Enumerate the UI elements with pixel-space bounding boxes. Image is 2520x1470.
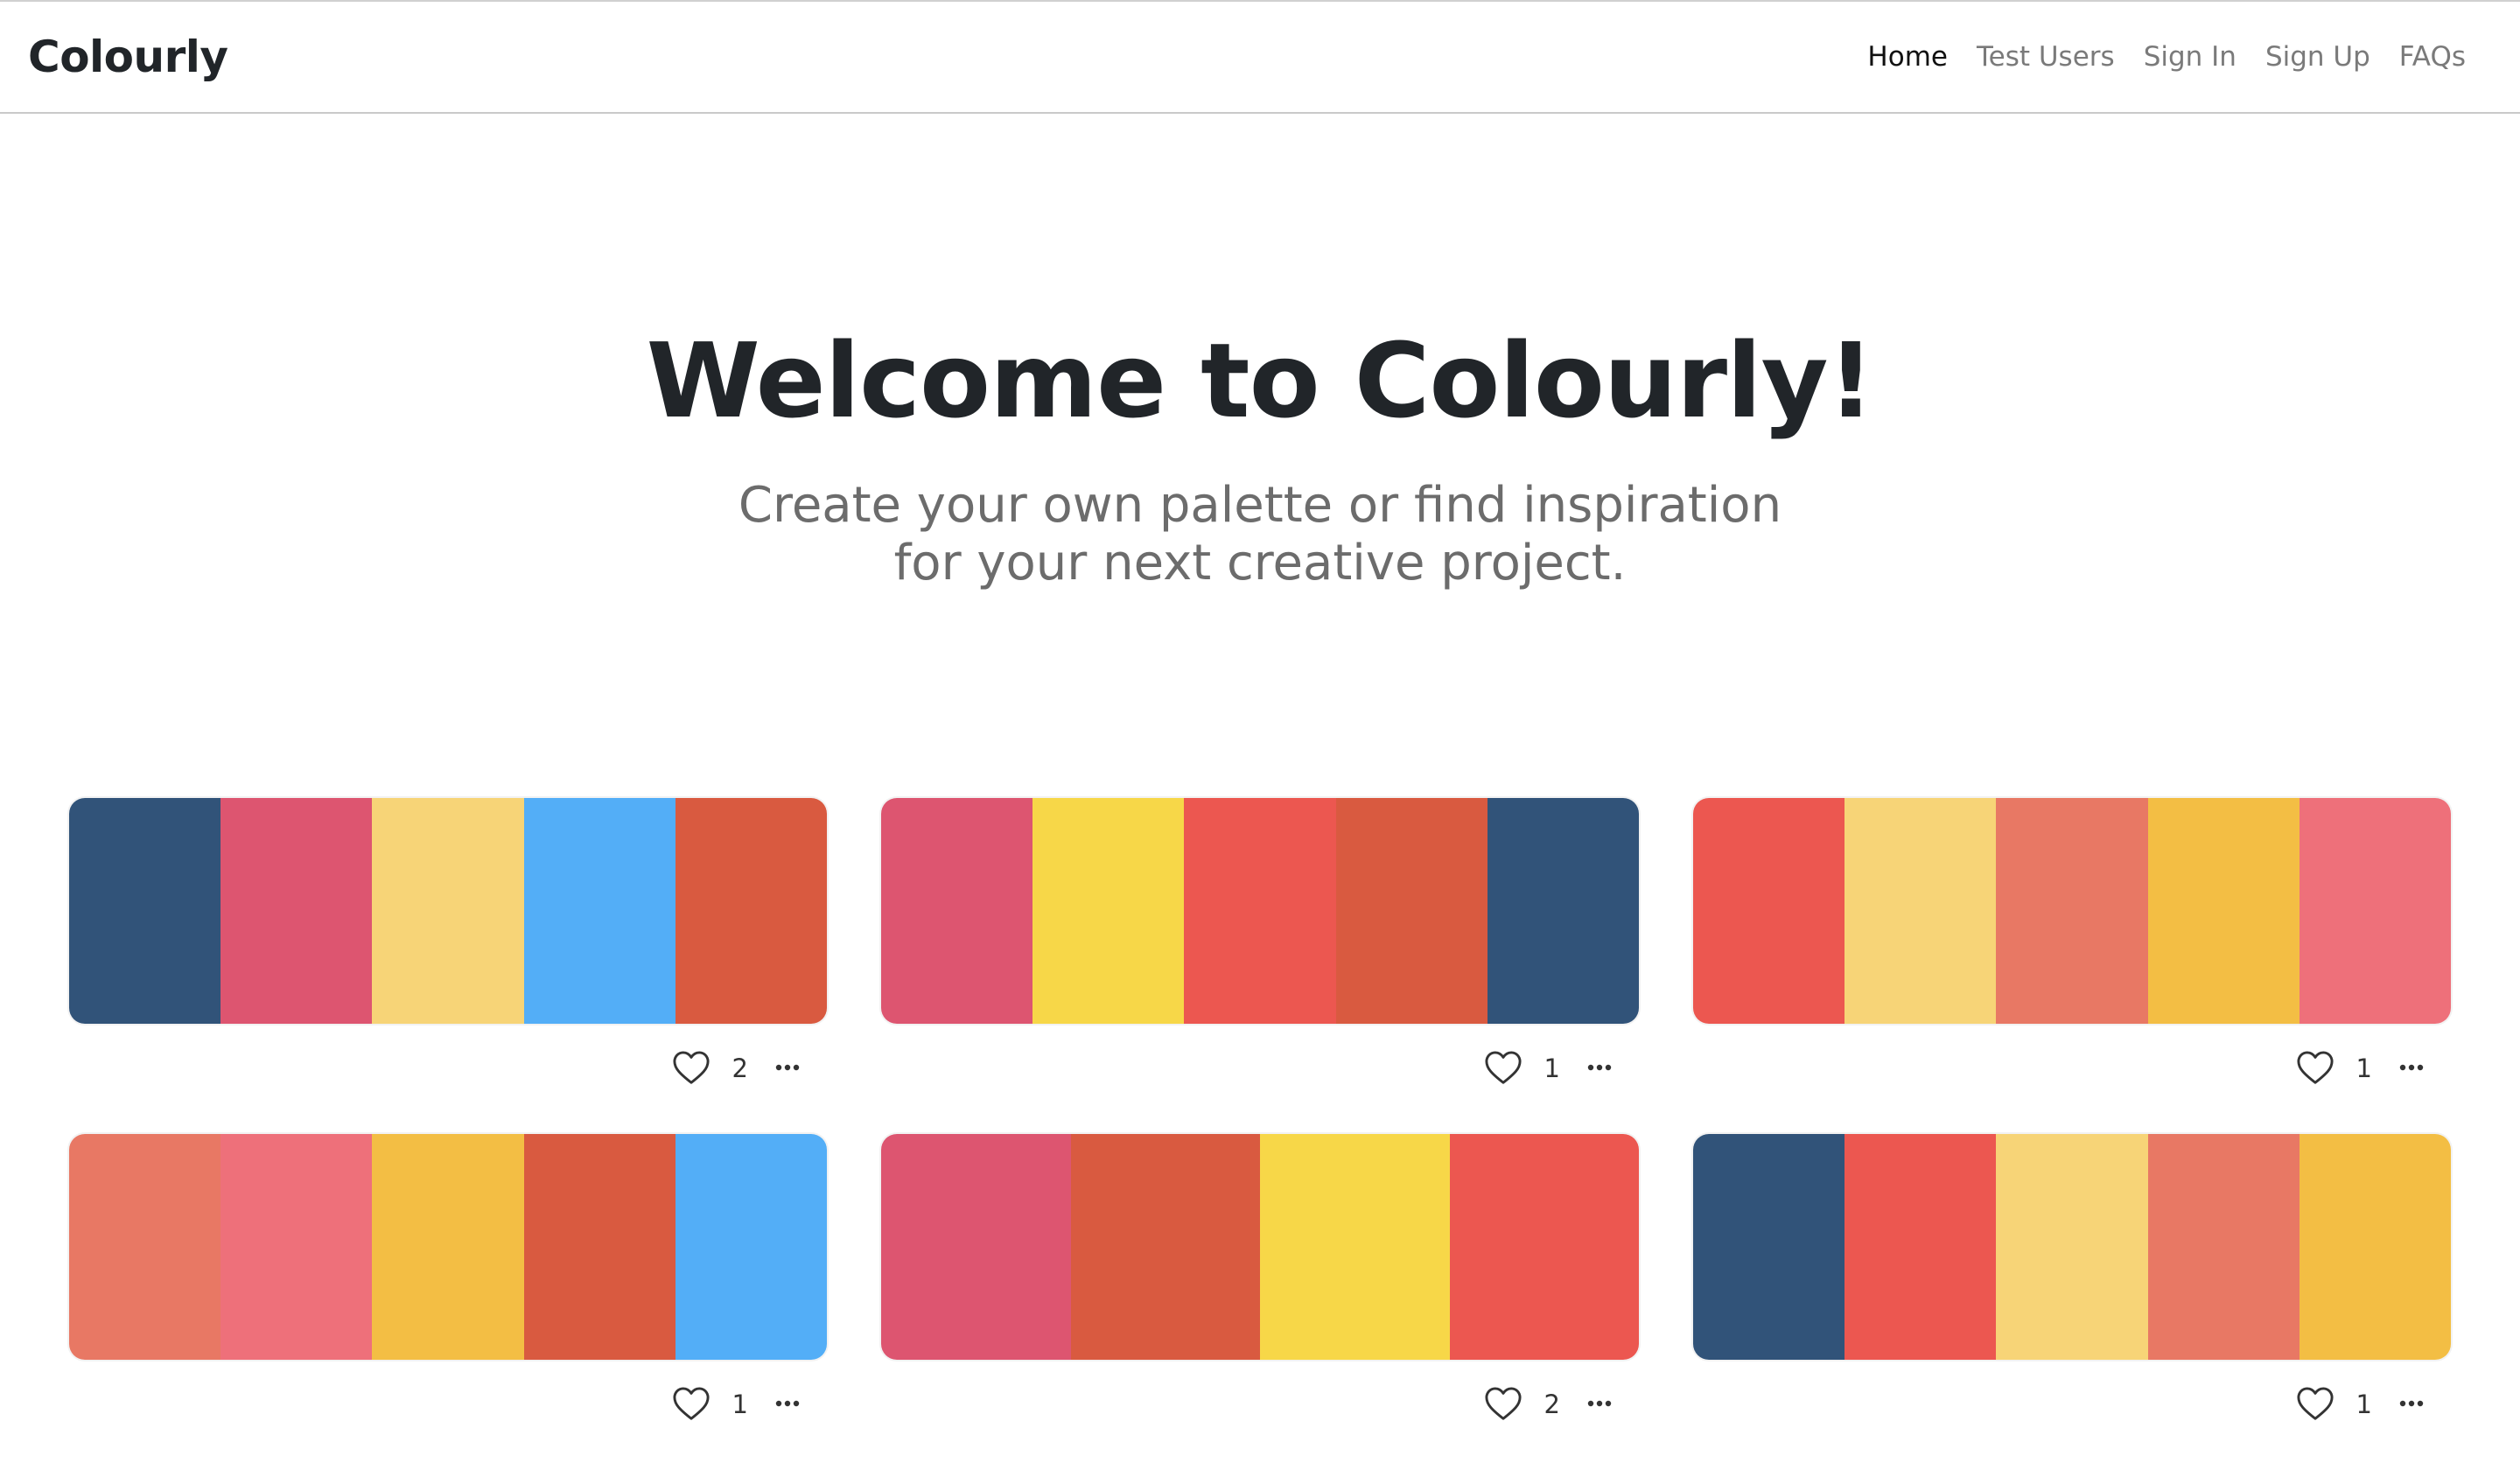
ellipsis-icon[interactable]	[2398, 1050, 2425, 1085]
nav-links: Home Test Users Sign In Sign Up FAQs	[1838, 41, 2466, 73]
palette-swatches[interactable]	[69, 1134, 827, 1360]
color-swatch[interactable]	[1844, 1134, 1997, 1360]
color-swatch[interactable]	[1070, 1134, 1260, 1360]
color-swatch[interactable]	[69, 798, 221, 1024]
navbar: Colourly Home Test Users Sign In Sign Up…	[0, 0, 2520, 114]
color-swatch[interactable]	[1449, 1134, 1639, 1360]
color-swatch[interactable]	[2299, 1134, 2451, 1360]
color-swatch[interactable]	[523, 798, 676, 1024]
brand-logo[interactable]: Colourly	[28, 32, 228, 82]
color-swatch[interactable]	[2147, 1134, 2300, 1360]
hero-title: Welcome to Colourly!	[646, 320, 1875, 441]
color-swatch[interactable]	[1335, 798, 1488, 1024]
heart-outline-icon[interactable]	[2296, 1386, 2334, 1421]
ellipsis-icon[interactable]	[774, 1050, 801, 1085]
color-swatch[interactable]	[372, 798, 524, 1024]
heart-outline-icon[interactable]	[672, 1386, 710, 1421]
color-swatch[interactable]	[881, 1134, 1071, 1360]
color-swatch[interactable]	[220, 798, 373, 1024]
color-swatch[interactable]	[881, 798, 1033, 1024]
hero-subtitle: Create your own palette or find inspirat…	[738, 477, 1782, 592]
like-count: 1	[732, 1390, 748, 1419]
like-count: 1	[2356, 1054, 2372, 1083]
color-swatch[interactable]	[372, 1134, 524, 1360]
color-swatch[interactable]	[675, 798, 827, 1024]
palette-card: 2	[69, 798, 827, 1134]
palette-footer: 1	[1693, 1360, 2451, 1470]
color-swatch[interactable]	[220, 1134, 373, 1360]
heart-outline-icon[interactable]	[1484, 1050, 1522, 1085]
ellipsis-icon[interactable]	[1586, 1050, 1613, 1085]
color-swatch[interactable]	[69, 1134, 221, 1360]
palette-footer: 2	[881, 1360, 1639, 1470]
hero-section: Welcome to Colourly! Create your own pal…	[0, 319, 2520, 592]
color-swatch[interactable]	[1996, 798, 2148, 1024]
palette-footer: 1	[881, 1024, 1639, 1134]
palette-swatches[interactable]	[69, 798, 827, 1024]
color-swatch[interactable]	[1032, 798, 1185, 1024]
palette-swatches[interactable]	[881, 1134, 1639, 1360]
nav-test-users-link[interactable]: Test Users	[1977, 41, 2115, 73]
color-swatch[interactable]	[1487, 798, 1639, 1024]
heart-outline-icon[interactable]	[2296, 1050, 2334, 1085]
palette-footer: 1	[69, 1360, 827, 1470]
color-swatch[interactable]	[1996, 1134, 2148, 1360]
palette-grid: 2 1 1 1 2 1	[69, 798, 2451, 1470]
palette-swatches[interactable]	[1693, 1134, 2451, 1360]
ellipsis-icon[interactable]	[1586, 1386, 1613, 1421]
palette-swatches[interactable]	[1693, 798, 2451, 1024]
nav-home-link[interactable]: Home	[1867, 41, 1948, 73]
heart-outline-icon[interactable]	[672, 1050, 710, 1085]
nav-faqs-link[interactable]: FAQs	[2399, 41, 2466, 73]
ellipsis-icon[interactable]	[774, 1386, 801, 1421]
nav-sign-up-link[interactable]: Sign Up	[2265, 41, 2370, 73]
color-swatch[interactable]	[1260, 1134, 1450, 1360]
like-count: 2	[1544, 1390, 1560, 1419]
palette-card: 1	[69, 1134, 827, 1470]
color-swatch[interactable]	[523, 1134, 676, 1360]
color-swatch[interactable]	[1693, 1134, 1845, 1360]
color-swatch[interactable]	[1184, 798, 1336, 1024]
nav-sign-in-link[interactable]: Sign In	[2144, 41, 2236, 73]
like-count: 1	[1544, 1054, 1560, 1083]
ellipsis-icon[interactable]	[2398, 1386, 2425, 1421]
like-count: 2	[732, 1054, 748, 1083]
color-swatch[interactable]	[2299, 798, 2451, 1024]
color-swatch[interactable]	[2147, 798, 2300, 1024]
color-swatch[interactable]	[1844, 798, 1997, 1024]
heart-outline-icon[interactable]	[1484, 1386, 1522, 1421]
palette-card: 1	[1693, 1134, 2451, 1470]
color-swatch[interactable]	[675, 1134, 827, 1360]
like-count: 1	[2356, 1390, 2372, 1419]
color-swatch[interactable]	[1693, 798, 1845, 1024]
palette-card: 1	[881, 798, 1639, 1134]
palette-footer: 2	[69, 1024, 827, 1134]
palette-footer: 1	[1693, 1024, 2451, 1134]
palette-card: 2	[881, 1134, 1639, 1470]
palette-card: 1	[1693, 798, 2451, 1134]
palette-swatches[interactable]	[881, 798, 1639, 1024]
